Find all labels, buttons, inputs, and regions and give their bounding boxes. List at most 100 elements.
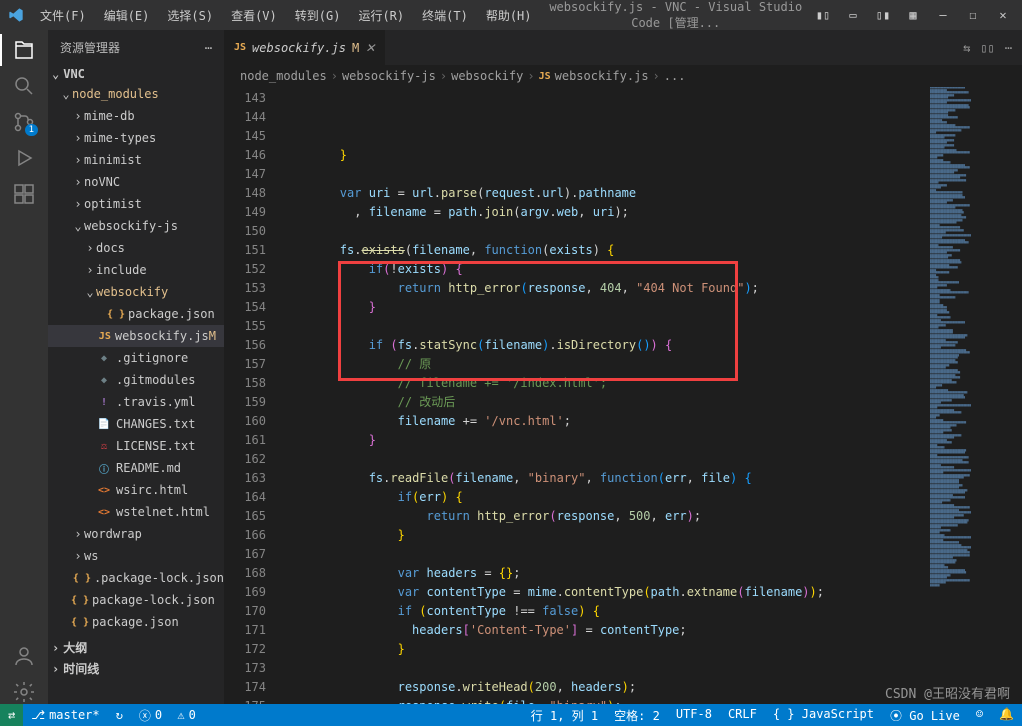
panel-right-icon[interactable]: ▯▮ — [872, 4, 894, 26]
breadcrumb-item[interactable]: node_modules — [240, 69, 327, 83]
menu-item[interactable]: 选择(S) — [159, 3, 221, 28]
menu-item[interactable]: 转到(G) — [287, 3, 349, 28]
scm-badge: 1 — [25, 124, 38, 136]
activity-bar: 1 — [0, 30, 48, 704]
compare-changes-icon[interactable]: ⇆ — [963, 41, 970, 55]
error-icon: ⓧ — [139, 707, 151, 724]
js-file-icon: JS — [234, 42, 246, 53]
more-icon[interactable]: ⋯ — [205, 41, 212, 55]
file-item[interactable]: ⚖LICENSE.txt — [48, 435, 224, 457]
cursor-position[interactable]: 行 1, 列 1 — [523, 707, 606, 724]
file-item[interactable]: { }.package-lock.json — [48, 567, 224, 589]
menu-bar: 文件(F)编辑(E)选择(S)查看(V)转到(G)运行(R)终端(T)帮助(H) — [32, 3, 540, 28]
tab-actions: ⇆ ▯▯ ⋯ — [953, 30, 1022, 65]
search-icon[interactable] — [12, 74, 36, 98]
sidebar-header: 资源管理器 ⋯ — [48, 30, 224, 65]
menu-item[interactable]: 帮助(H) — [478, 3, 540, 28]
timeline-section[interactable]: ›时间线 — [48, 658, 224, 679]
menu-item[interactable]: 运行(R) — [350, 3, 412, 28]
folder-item[interactable]: ›noVNC — [48, 171, 224, 193]
folder-item[interactable]: ›mime-types — [48, 127, 224, 149]
tab-modified-badge: M — [352, 41, 359, 55]
breadcrumb-item[interactable]: websockify — [451, 69, 523, 83]
file-item[interactable]: { }package-lock.json — [48, 589, 224, 611]
file-item[interactable]: 📄CHANGES.txt — [48, 413, 224, 435]
remote-icon: ⇄ — [8, 708, 15, 722]
titlebar: 文件(F)编辑(E)选择(S)查看(V)转到(G)运行(R)终端(T)帮助(H)… — [0, 0, 1022, 30]
folder-item[interactable]: ›mime-db — [48, 105, 224, 127]
file-item[interactable]: { }package.json — [48, 303, 224, 325]
menu-item[interactable]: 终端(T) — [414, 3, 476, 28]
go-live-button[interactable]: ⦿ Go Live — [882, 707, 968, 724]
statusbar: ⇄ ⎇master* ↻ ⓧ0 ⚠0 行 1, 列 1 空格: 2 UTF-8 … — [0, 704, 1022, 726]
line-gutter: 143 144 145 146 147 148 149 150 151 152 … — [224, 87, 282, 704]
sidebar: 资源管理器 ⋯ ⌄VNC ⌄node_modules›mime-db›mime-… — [48, 30, 224, 704]
folder-item[interactable]: ⌄websockify — [48, 281, 224, 303]
editor-tabs: JS websockify.js M ✕ ⇆ ▯▯ ⋯ — [224, 30, 1022, 65]
editor-area: JS websockify.js M ✕ ⇆ ▯▯ ⋯ node_modules… — [224, 30, 1022, 704]
language-mode[interactable]: { } JavaScript — [765, 707, 882, 721]
close-button[interactable]: ✕ — [992, 4, 1014, 26]
problems[interactable]: ⓧ0 ⚠0 — [131, 704, 204, 726]
sync-button[interactable]: ↻ — [108, 704, 131, 726]
account-icon[interactable] — [12, 644, 36, 668]
file-tree: ⌄node_modules›mime-db›mime-types›minimis… — [48, 83, 224, 633]
eol[interactable]: CRLF — [720, 707, 765, 721]
layout-controls: ▮▯ ▭ ▯▮ ▦ — ☐ ✕ — [812, 4, 1014, 26]
breadcrumb[interactable]: node_modules›websockify-js›websockify›JS… — [224, 65, 1022, 87]
file-item[interactable]: <>wsirc.html — [48, 479, 224, 501]
tab-label: websockify.js — [252, 41, 346, 55]
remote-button[interactable]: ⇄ — [0, 704, 23, 726]
split-editor-icon[interactable]: ▯▯ — [980, 41, 994, 55]
menu-item[interactable]: 编辑(E) — [96, 3, 158, 28]
sidebar-title: 资源管理器 — [60, 39, 120, 56]
outline-section[interactable]: ›大纲 — [48, 637, 224, 658]
folder-item[interactable]: ›wordwrap — [48, 523, 224, 545]
maximize-button[interactable]: ☐ — [962, 4, 984, 26]
code-editor[interactable]: 143 144 145 146 147 148 149 150 151 152 … — [224, 87, 1022, 704]
extensions-icon[interactable] — [12, 182, 36, 206]
breadcrumb-item[interactable]: websockify.js — [555, 69, 649, 83]
minimize-button[interactable]: — — [932, 4, 954, 26]
vscode-logo-icon — [8, 7, 24, 23]
file-item[interactable]: !.travis.yml — [48, 391, 224, 413]
file-item[interactable]: <>wstelnet.html — [48, 501, 224, 523]
menu-item[interactable]: 文件(F) — [32, 3, 94, 28]
explorer-icon[interactable] — [12, 38, 36, 62]
warning-icon: ⚠ — [177, 708, 184, 722]
tab-websockify[interactable]: JS websockify.js M ✕ — [224, 30, 386, 65]
panel-left-icon[interactable]: ▮▯ — [812, 4, 834, 26]
file-item[interactable]: ⓘREADME.md — [48, 457, 224, 479]
folder-item[interactable]: ›optimist — [48, 193, 224, 215]
sidebar-root[interactable]: ⌄VNC — [48, 65, 224, 83]
close-tab-icon[interactable]: ✕ — [365, 41, 375, 55]
panel-bottom-icon[interactable]: ▭ — [842, 4, 864, 26]
breadcrumb-item[interactable]: websockify-js — [342, 69, 436, 83]
git-branch[interactable]: ⎇master* — [23, 704, 107, 726]
folder-item[interactable]: ⌄node_modules — [48, 83, 224, 105]
window-title: websockify.js - VNC - Visual Studio Code… — [540, 0, 813, 31]
folder-item[interactable]: ⌄websockify-js — [48, 215, 224, 237]
file-item[interactable]: ◆.gitmodules — [48, 369, 224, 391]
folder-item[interactable]: ›minimist — [48, 149, 224, 171]
source-control-icon[interactable]: 1 — [12, 110, 36, 134]
code-content[interactable]: } var uri = url.parse(request.url).pathn… — [282, 87, 926, 704]
menu-item[interactable]: 查看(V) — [223, 3, 285, 28]
branch-icon: ⎇ — [31, 708, 45, 722]
settings-gear-icon[interactable] — [12, 680, 36, 704]
file-item[interactable]: { }package.json — [48, 611, 224, 633]
minimap[interactable]: █████████████████████████████ ██████████… — [926, 87, 1022, 704]
file-item[interactable]: JSwebsockify.jsM — [48, 325, 224, 347]
file-item[interactable]: ◆.gitignore — [48, 347, 224, 369]
breadcrumb-item[interactable]: ... — [664, 69, 686, 83]
run-debug-icon[interactable] — [12, 146, 36, 170]
more-actions-icon[interactable]: ⋯ — [1005, 41, 1012, 55]
indentation[interactable]: 空格: 2 — [606, 707, 668, 724]
feedback-icon[interactable]: ☺ — [968, 707, 991, 721]
notifications-icon[interactable]: 🔔 — [991, 707, 1022, 721]
folder-item[interactable]: ›docs — [48, 237, 224, 259]
layout-icon[interactable]: ▦ — [902, 4, 924, 26]
folder-item[interactable]: ›include — [48, 259, 224, 281]
folder-item[interactable]: ›ws — [48, 545, 224, 567]
encoding[interactable]: UTF-8 — [668, 707, 720, 721]
